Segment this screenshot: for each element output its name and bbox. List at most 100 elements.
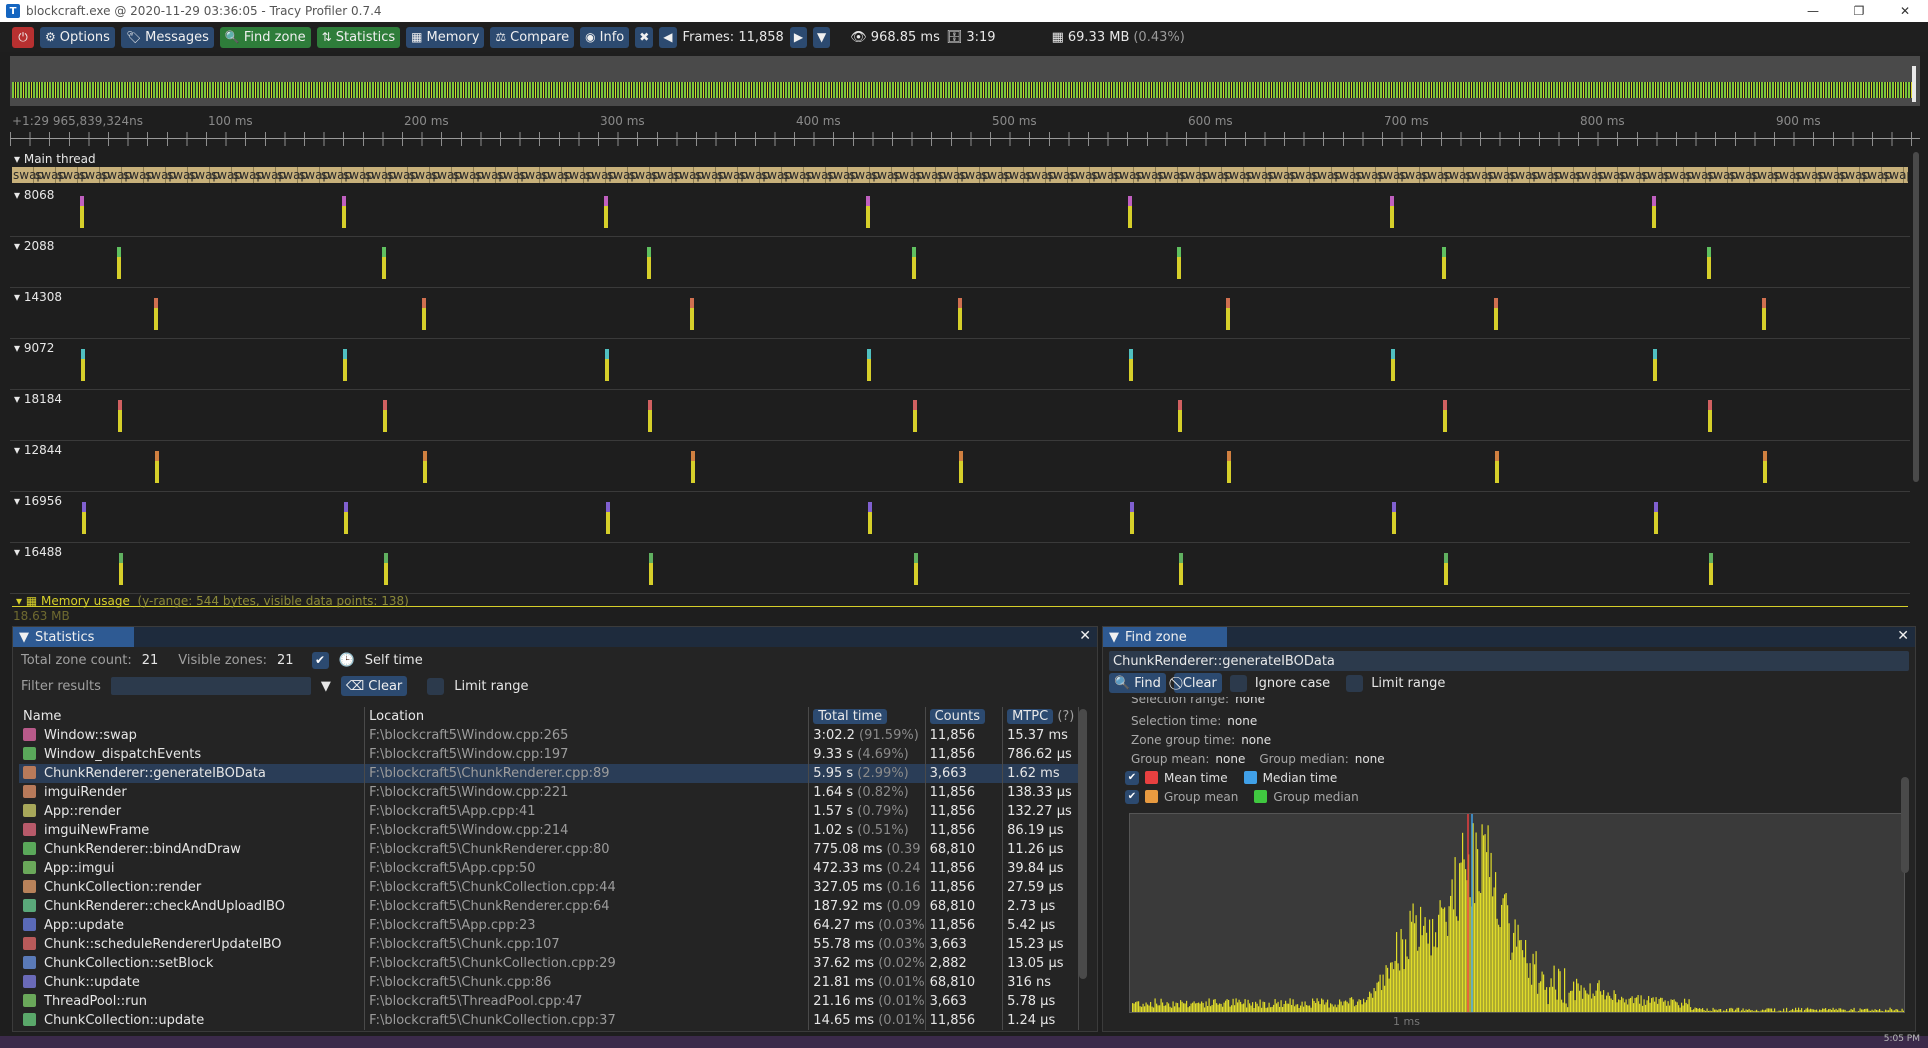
swap-zone[interactable]: swap	[342, 167, 374, 183]
thread-lane[interactable]: ▾ 14308	[10, 288, 1910, 339]
column-counts[interactable]: Counts	[925, 707, 1004, 726]
zone-marker[interactable]	[423, 451, 427, 483]
swap-zone[interactable]: swap	[298, 167, 330, 183]
thread-id-label[interactable]: ▾ 8068	[14, 188, 54, 202]
column-name[interactable]: Name	[19, 707, 366, 726]
timeline-scrollbar[interactable]	[1913, 152, 1919, 482]
swap-zone[interactable]: swap	[364, 167, 396, 183]
frames-dropdown-button[interactable]: ▼	[813, 26, 831, 48]
swap-zone[interactable]: swap	[914, 167, 946, 183]
swap-zone[interactable]: swap	[1662, 167, 1694, 183]
thread-id-label[interactable]: ▾ 2088	[14, 239, 54, 253]
zone-marker[interactable]	[1494, 298, 1498, 330]
memory-usage-header[interactable]: ▾ ▦ Memory usage (y-range: 544 bytes, vi…	[16, 594, 409, 608]
swap-zone[interactable]: swap	[1618, 167, 1650, 183]
swap-zone[interactable]: swap	[1486, 167, 1518, 183]
zone-location[interactable]: F:\blockcraft5\App.cpp:41	[364, 802, 810, 821]
swap-zone[interactable]: swap	[1574, 167, 1606, 183]
swap-zone[interactable]: swap	[1156, 167, 1188, 183]
zone-location[interactable]: F:\blockcraft5\ChunkCollection.cpp:44	[364, 878, 810, 897]
swap-zone[interactable]: swap	[1464, 167, 1496, 183]
zone-marker[interactable]	[119, 553, 123, 585]
show-group-checkbox[interactable]: ✔	[1125, 789, 1139, 804]
swap-zone[interactable]: swap	[518, 167, 550, 183]
zone-location[interactable]: F:\blockcraft5\ChunkCollection.cpp:29	[364, 954, 810, 973]
zone-marker[interactable]	[1443, 400, 1447, 432]
zone-marker[interactable]	[1654, 502, 1658, 534]
swap-zone[interactable]: swap	[1090, 167, 1122, 183]
swap-zone[interactable]: swap	[1244, 167, 1276, 183]
thread-lane[interactable]: ▾ 9072	[10, 339, 1910, 390]
table-row[interactable]: Chunk::update F:\blockcraft5\Chunk.cpp:86…	[19, 973, 1079, 992]
zone-marker[interactable]	[1653, 349, 1657, 381]
swap-zone[interactable]: swap	[1046, 167, 1078, 183]
zone-location[interactable]: F:\blockcraft5\Window.cpp:197	[364, 745, 810, 764]
zone-location[interactable]: F:\blockcraft5\ThreadPool.cpp:47	[364, 992, 810, 1011]
zone-marker[interactable]	[1763, 451, 1767, 483]
swap-zone[interactable]: swap	[1442, 167, 1474, 183]
thread-lane[interactable]: ▾ 16956	[10, 492, 1910, 543]
zone-location[interactable]: F:\blockcraft5\App.cpp:23	[364, 916, 810, 935]
swap-zone[interactable]: swap	[760, 167, 792, 183]
zone-marker[interactable]	[866, 196, 870, 228]
zone-marker[interactable]	[1177, 247, 1181, 279]
swap-zone[interactable]: swap	[936, 167, 968, 183]
zone-marker[interactable]	[1392, 502, 1396, 534]
table-row[interactable]: ChunkRenderer::bindAndDraw F:\blockcraft5…	[19, 840, 1079, 859]
thread-id-label[interactable]: ▾ 18184	[14, 392, 62, 406]
tools-button[interactable]: ✖	[635, 26, 654, 48]
column-location[interactable]: Location	[364, 707, 810, 726]
show-mean-checkbox[interactable]: ✔	[1125, 770, 1139, 785]
swap-zone[interactable]: swap	[474, 167, 506, 183]
table-row[interactable]: Chunk::scheduleRendererUpdateIBO F:\block…	[19, 935, 1079, 954]
swap-zone[interactable]: swap	[1816, 167, 1848, 183]
swap-zone[interactable]: swap	[56, 167, 88, 183]
swap-zone[interactable]: swap	[1640, 167, 1672, 183]
swap-zone[interactable]: swap	[1530, 167, 1562, 183]
swap-zone[interactable]: swap	[848, 167, 880, 183]
swap-zone[interactable]: swap	[1112, 167, 1144, 183]
zone-marker[interactable]	[648, 400, 652, 432]
swap-zone[interactable]: swap	[1376, 167, 1408, 183]
zone-location[interactable]: F:\blockcraft5\ChunkRenderer.cpp:80	[364, 840, 810, 859]
zone-marker[interactable]	[117, 247, 121, 279]
swap-zone[interactable]: swap	[276, 167, 308, 183]
swap-zone[interactable]: swap	[1354, 167, 1386, 183]
zone-marker[interactable]	[1708, 400, 1712, 432]
column-total-time[interactable]: Total time	[808, 707, 926, 726]
swap-zone[interactable]: swap	[672, 167, 704, 183]
table-row[interactable]: App::imgui F:\blockcraft5\App.cpp:50 472.3…	[19, 859, 1079, 878]
limit-range-checkbox[interactable]	[427, 677, 445, 695]
swap-zone[interactable]: swap	[232, 167, 264, 183]
main-thread-label[interactable]: ▾ Main thread	[14, 152, 96, 166]
zone-marker[interactable]	[343, 349, 347, 381]
swap-zone[interactable]: swap	[606, 167, 638, 183]
swap-zone[interactable]: swap	[1002, 167, 1034, 183]
thread-lane[interactable]: ▾ 2088	[10, 237, 1910, 288]
thread-id-label[interactable]: ▾ 16488	[14, 545, 62, 559]
zone-marker[interactable]	[1226, 298, 1230, 330]
zone-marker[interactable]	[155, 451, 159, 483]
prev-frame-button[interactable]: ◀	[659, 26, 677, 48]
swap-zone[interactable]: swap	[144, 167, 176, 183]
zone-marker[interactable]	[1444, 553, 1448, 585]
swap-zone[interactable]: swap	[1684, 167, 1716, 183]
zone-location[interactable]: F:\blockcraft5\ChunkRenderer.cpp:89	[364, 764, 810, 783]
zone-marker[interactable]	[384, 553, 388, 585]
swap-zone[interactable]: swap	[650, 167, 682, 183]
zone-location[interactable]: F:\blockcraft5\ChunkRenderer.cpp:64	[364, 897, 810, 916]
maximize-button[interactable]: ❐	[1836, 0, 1882, 22]
swap-zone[interactable]: swap	[1310, 167, 1342, 183]
swap-zone[interactable]: swap	[1860, 167, 1892, 183]
swap-zone[interactable]: swap	[892, 167, 924, 183]
table-row[interactable]: ChunkRenderer::generateIBOData F:\blockcr…	[19, 764, 1079, 783]
thread-id-label[interactable]: ▾ 9072	[14, 341, 54, 355]
zone-marker[interactable]	[691, 451, 695, 483]
ignore-case-checkbox[interactable]	[1229, 674, 1247, 692]
zone-marker[interactable]	[382, 247, 386, 279]
swap-zone[interactable]: swap	[804, 167, 836, 183]
close-window-button[interactable]: ✕	[1882, 0, 1928, 22]
zone-marker[interactable]	[1442, 247, 1446, 279]
filter-input[interactable]	[110, 677, 311, 695]
zone-marker[interactable]	[80, 196, 84, 228]
